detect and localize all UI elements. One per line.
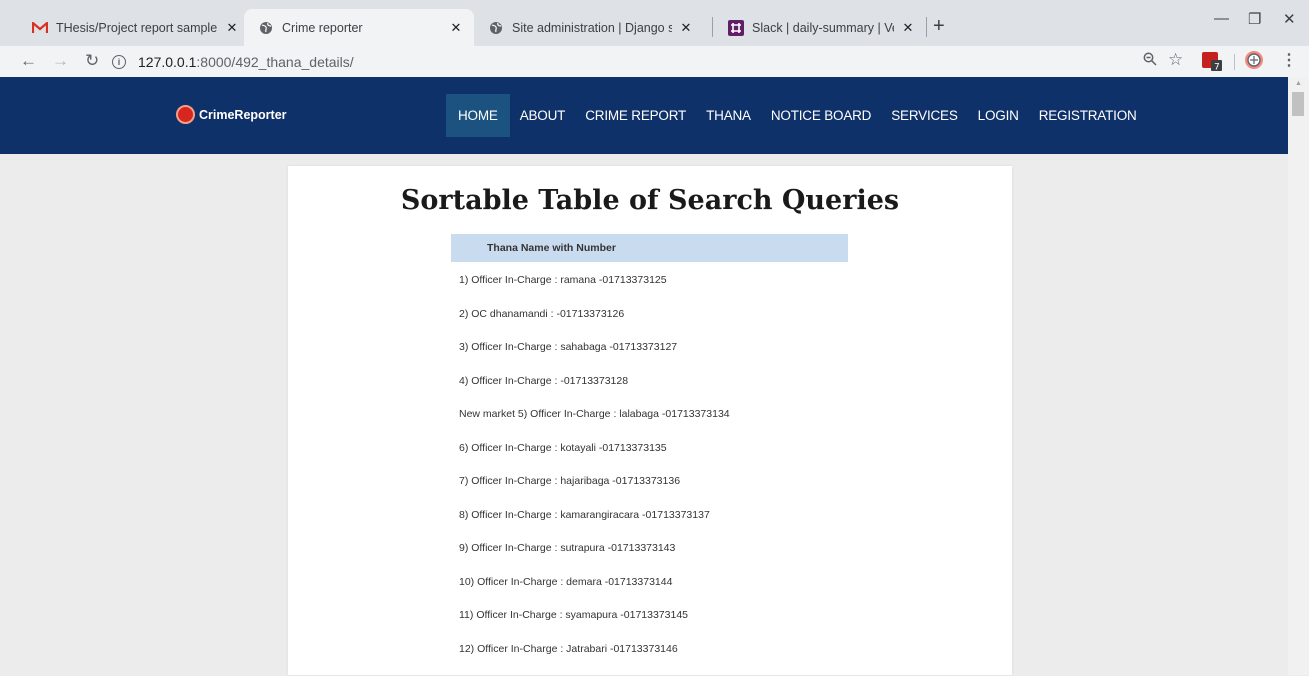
window-close-icon[interactable]: ✕: [1283, 10, 1296, 28]
browser-tab-django-admin[interactable]: Site administration | Django site ✕: [474, 9, 704, 46]
table-row: 12) Officer In-Charge : Jatrabari -01713…: [459, 643, 959, 676]
tab-title: Slack | daily-summary | Venture S: [752, 21, 894, 35]
nav-notice-board[interactable]: NOTICE BOARD: [761, 94, 881, 137]
tab-separator: [712, 17, 713, 37]
scroll-up-arrow-icon[interactable]: ▲: [1295, 80, 1302, 87]
forward-arrow-icon[interactable]: →: [52, 51, 69, 71]
globe-icon: [258, 20, 274, 36]
logo-text: CrimeReporter: [199, 108, 287, 122]
extension-badge-icon[interactable]: 7: [1202, 51, 1222, 75]
site-header: CrimeReporter HOME ABOUT CRIME REPORT TH…: [0, 77, 1288, 154]
main-nav: HOME ABOUT CRIME REPORT THANA NOTICE BOA…: [446, 94, 1147, 137]
tab-title: Crime reporter: [282, 21, 442, 35]
zoom-icon[interactable]: [1143, 52, 1157, 70]
site-logo[interactable]: CrimeReporter: [176, 105, 287, 124]
table-row: 10) Officer In-Charge : demara -01713373…: [459, 576, 959, 610]
toolbar-divider: [1234, 54, 1235, 70]
nav-thana[interactable]: THANA: [696, 94, 761, 137]
reload-icon[interactable]: ↻: [85, 51, 99, 71]
nav-registration[interactable]: REGISTRATION: [1029, 94, 1147, 137]
nav-crime-report[interactable]: CRIME REPORT: [575, 94, 696, 137]
table-row: 11) Officer In-Charge : syamapura -01713…: [459, 609, 959, 643]
kebab-menu-icon[interactable]: ⋮: [1281, 50, 1297, 70]
tab-separator: [926, 17, 927, 37]
restore-icon[interactable]: ❐: [1248, 10, 1261, 28]
table-row: 9) Officer In-Charge : sutrapura -017133…: [459, 542, 959, 576]
content-panel: Sortable Table of Search Queries Thana N…: [288, 166, 1012, 675]
slack-icon: [728, 20, 744, 36]
page-scrollbar[interactable]: ▲: [1288, 77, 1309, 675]
close-icon[interactable]: ✕: [224, 20, 240, 36]
globe-icon: [488, 20, 504, 36]
close-icon[interactable]: ✕: [678, 20, 694, 36]
url-host: 127.0.0.1: [138, 54, 196, 70]
table-row: 4) Officer In-Charge : -01713373128: [459, 375, 959, 409]
browser-tab-bar: THesis/Project report sample - ju ✕ Crim…: [0, 0, 1309, 46]
tab-title: THesis/Project report sample - ju: [56, 21, 218, 35]
table-row: 2) OC dhanamandi : -01713373126: [459, 308, 959, 342]
bookmark-star-icon[interactable]: ☆: [1168, 50, 1183, 70]
scroll-thumb[interactable]: [1292, 92, 1304, 116]
logo-icon: [176, 105, 195, 124]
table-row: 8) Officer In-Charge : kamarangiracara -…: [459, 509, 959, 543]
table-row: 1) Officer In-Charge : ramana -017133731…: [459, 274, 959, 308]
svg-text:7: 7: [1214, 63, 1220, 72]
close-icon[interactable]: ✕: [900, 20, 916, 36]
browser-tab-gmail[interactable]: THesis/Project report sample - ju ✕: [18, 9, 250, 46]
profile-avatar-icon[interactable]: [1244, 50, 1264, 74]
nav-about[interactable]: ABOUT: [510, 94, 576, 137]
nav-home[interactable]: HOME: [446, 94, 510, 137]
gmail-icon: [32, 20, 48, 36]
table-column-header[interactable]: Thana Name with Number: [451, 234, 848, 262]
table-row: New market 5) Officer In-Charge : lalaba…: [459, 408, 959, 442]
minimize-icon[interactable]: —: [1214, 10, 1229, 27]
url-path: :8000/492_thana_details/: [196, 54, 353, 70]
thana-list: 1) Officer In-Charge : ramana -017133731…: [459, 274, 959, 676]
info-icon[interactable]: i: [112, 55, 126, 69]
table-row: 3) Officer In-Charge : sahabaga -0171337…: [459, 341, 959, 375]
tab-title: Site administration | Django site: [512, 21, 672, 35]
close-icon[interactable]: ✕: [448, 20, 464, 36]
browser-tab-crime-reporter[interactable]: Crime reporter ✕: [244, 9, 474, 46]
table-row: 7) Officer In-Charge : hajaribaga -01713…: [459, 475, 959, 509]
table-row: 6) Officer In-Charge : kotayali -0171337…: [459, 442, 959, 476]
new-tab-button[interactable]: +: [933, 16, 945, 36]
browser-tab-slack[interactable]: Slack | daily-summary | Venture S ✕: [714, 9, 926, 46]
nav-services[interactable]: SERVICES: [881, 94, 967, 137]
nav-login[interactable]: LOGIN: [968, 94, 1029, 137]
browser-toolbar: ← → ↻ i 127.0.0.1:8000/492_thana_details…: [0, 46, 1309, 77]
back-arrow-icon[interactable]: ←: [20, 51, 37, 71]
address-bar[interactable]: i 127.0.0.1:8000/492_thana_details/: [112, 49, 354, 74]
page-title: Sortable Table of Search Queries: [288, 185, 1012, 216]
